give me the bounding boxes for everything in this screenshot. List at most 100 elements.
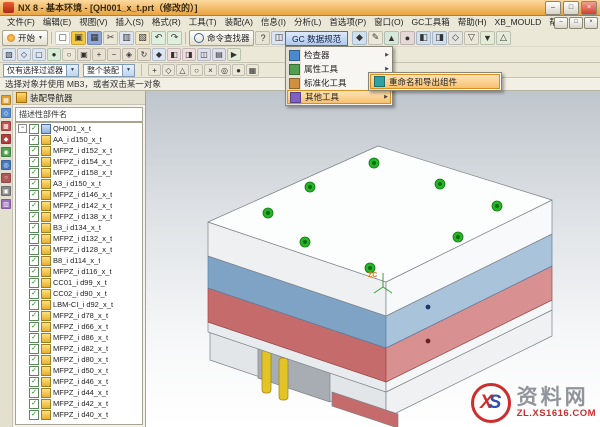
component-checkbox[interactable]: ✓ [29,288,39,299]
zoom-out-icon[interactable]: − [107,48,121,61]
grid-snap-icon[interactable]: ▦ [246,64,259,76]
document-close-button[interactable]: × [584,17,598,29]
start-button[interactable]: 开始 ▼ [2,29,48,46]
hole-icon[interactable]: ● [400,30,415,45]
minimize-button[interactable]: – [545,0,561,15]
component-checkbox[interactable]: ✓ [29,398,39,409]
extrude-icon[interactable]: ▲ [384,30,399,45]
tree-row[interactable]: ✓ CC02_i d90_x_t [16,288,142,299]
quadrant-snap-icon[interactable]: ◎ [218,64,231,76]
gc-data-standard-menu-button[interactable]: GC 数据规范 [285,31,349,46]
window-cascade-icon[interactable]: ◫ [197,48,211,61]
undo-icon[interactable]: ↶ [150,30,166,45]
tree-row[interactable]: ✓ MFPZ_i d42_x_t [16,398,142,409]
system-materials-tab-icon[interactable]: ▣ [1,186,11,196]
cut-icon[interactable]: ✂ [102,30,118,45]
component-checkbox[interactable]: ✓ [29,354,39,365]
component-checkbox[interactable]: ✓ [29,178,39,189]
shaded-mode-icon[interactable]: ● [47,48,61,61]
tree-row[interactable]: ✓ MFPZ_i d82_x_t [16,343,142,354]
tree-row[interactable]: ✓ B8_i d114_x_t [16,255,142,266]
shaded-view-icon[interactable]: ◨ [432,30,447,45]
assembly-navigator-tab-icon[interactable]: ▦ [1,95,11,105]
component-checkbox[interactable]: ✓ [29,211,39,222]
menu-bar-item[interactable]: 分析(L) [290,16,325,29]
web-browser-tab-icon[interactable]: ◎ [1,160,11,170]
tree-row[interactable]: ✓ MFPZ_i d142_x_t [16,200,142,211]
menu-bar-item[interactable]: 插入(S) [112,16,148,29]
tree-row[interactable]: ✓ B3_i d134_x_t [16,222,142,233]
datum-plane-icon[interactable]: ◆ [352,30,367,45]
trimetric-view-icon[interactable]: ◇ [17,48,31,61]
tree-row[interactable]: ✓ MFPZ_i d116_x_t [16,266,142,277]
save-icon[interactable]: ▦ [86,30,102,45]
component-checkbox[interactable]: ✓ [29,134,39,145]
tree-root-row[interactable]: − ✓ QH001_x_t [16,123,142,134]
new-file-icon[interactable]: ▢ [54,30,70,45]
selection-filter-combo[interactable]: 仅有选择过滤器 ▼ [3,63,79,77]
wave-link-icon[interactable]: ▶ [227,48,241,61]
collapse-expander-icon[interactable]: − [18,124,27,133]
tree-row[interactable]: ✓ MFPZ_i d80_x_t [16,354,142,365]
wireframe-mode-icon[interactable]: ○ [62,48,76,61]
menu-bar-item[interactable]: 首选项(P) [325,16,370,29]
section-view-icon[interactable]: ◧ [167,48,181,61]
part-navigator-tab-icon[interactable]: ▩ [1,121,11,131]
roles-tab-icon[interactable]: ▥ [1,199,11,209]
reuse-library-tab-icon[interactable]: ◆ [1,134,11,144]
tree-row[interactable]: ✓ A3_i d150_x_t [16,178,142,189]
component-checkbox[interactable]: ✓ [29,200,39,211]
component-checkbox[interactable]: ✓ [29,409,39,420]
menu-bar-item[interactable]: 视图(V) [75,16,111,29]
command-finder-button[interactable]: 命令查找器 [188,29,255,46]
snap-point-icon[interactable]: + [148,64,161,76]
view-cube-icon[interactable]: ◧ [416,30,431,45]
tree-row[interactable]: ✓ MFPZ_i d50_x_t [16,365,142,376]
gc-menu-item[interactable]: 检查器 ▶ [287,48,391,62]
tree-row[interactable]: ✓ MFPZ_i d128_x_t [16,244,142,255]
midpoint-snap-icon[interactable]: △ [176,64,189,76]
tree-row[interactable]: ✓ MFPZ_i d138_x_t [16,211,142,222]
redo-icon[interactable]: ↷ [166,30,182,45]
component-checkbox[interactable]: ✓ [29,299,39,310]
tree-row[interactable]: ✓ MFPZ_i d158_x_t [16,167,142,178]
edit-section-icon[interactable]: ◨ [182,48,196,61]
selection-scope-combo[interactable]: 整个装配 ▼ [83,63,135,77]
component-checkbox[interactable]: ✓ [29,244,39,255]
measure-icon[interactable]: ▽ [464,30,479,45]
component-checkbox[interactable]: ✓ [29,145,39,156]
center-snap-icon[interactable]: ○ [190,64,203,76]
wireframe-view-icon[interactable]: ◇ [448,30,463,45]
component-checkbox[interactable]: ✓ [29,310,39,321]
copy-icon[interactable]: ▥ [118,30,134,45]
tree-row[interactable]: ✓ CC01_i d99_x_t [16,277,142,288]
tree-row[interactable]: ✓ MFPZ_i d146_x_t [16,189,142,200]
guide-pin-yellow[interactable] [261,348,272,394]
maximize-button[interactable]: □ [563,0,579,15]
orient-view-icon[interactable]: ▧ [2,48,16,61]
menu-bar-item[interactable]: 编辑(E) [39,16,75,29]
menu-bar-item[interactable]: 帮助(H) [454,16,491,29]
snapshot-icon[interactable]: ▤ [212,48,226,61]
sketch-icon[interactable]: ✎ [368,30,383,45]
tree-row[interactable]: ✓ MFPZ_i d40_x_t [16,409,142,420]
tree-row[interactable]: ✓ AA_i d150_x_t [16,134,142,145]
tree-row[interactable]: ✓ MFPZ_i d132_x_t [16,233,142,244]
menu-bar-item[interactable]: 工具(T) [185,16,221,29]
intersection-snap-icon[interactable]: × [204,64,217,76]
tree-row[interactable]: ✓ LBM-CI_i d92_x_t [16,299,142,310]
descriptive-part-name-column-header[interactable]: 描述性部件名 [15,107,143,122]
close-button[interactable]: × [581,0,597,15]
zoom-in-icon[interactable]: + [92,48,106,61]
tree-row[interactable]: ✓ MFPZ_i d44_x_t [16,387,142,398]
component-checkbox[interactable]: ✓ [29,189,39,200]
tree-row[interactable]: ✓ MFPZ_i d86_x_t [16,332,142,343]
tree-row[interactable]: ✓ MFPZ_i d78_x_t [16,310,142,321]
component-checkbox[interactable]: ✓ [29,343,39,354]
gc-menu-item[interactable]: 其他工具 ▶ [287,90,391,104]
assembly-constraints-icon[interactable]: △ [496,30,511,45]
component-checkbox[interactable]: ✓ [29,277,39,288]
help-icon[interactable]: ? [255,30,271,45]
guide-pin-yellow[interactable] [278,357,289,401]
menu-bar-item[interactable]: GC工具箱 [407,16,453,29]
